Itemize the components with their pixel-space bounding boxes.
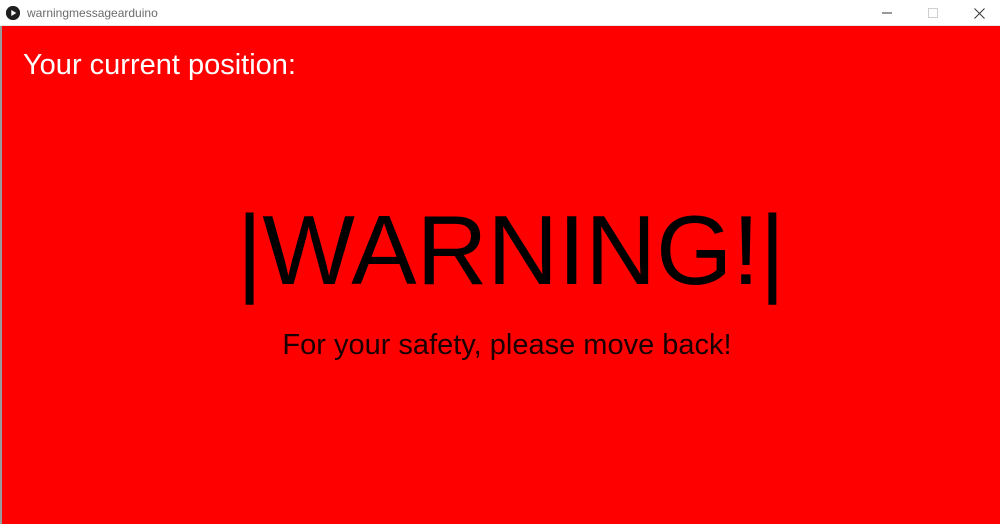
minimize-button[interactable]: [864, 0, 910, 26]
title-bar[interactable]: warningmessagearduino: [0, 0, 1000, 26]
minimize-icon: [882, 12, 892, 14]
warning-heading: |WARNING!|: [236, 195, 786, 305]
sketch-canvas: Your current position: |WARNING!| For yo…: [2, 26, 1000, 524]
close-icon: [973, 7, 985, 19]
app-window: warningmessagearduino Your current posit…: [0, 0, 1000, 524]
maximize-button[interactable]: [910, 0, 956, 26]
position-label: Your current position:: [23, 49, 296, 81]
safety-message: For your safety, please move back!: [282, 329, 732, 361]
play-icon: [6, 6, 20, 20]
maximize-icon: [928, 8, 938, 18]
window-title: warningmessagearduino: [27, 6, 158, 20]
close-button[interactable]: [956, 0, 1000, 26]
